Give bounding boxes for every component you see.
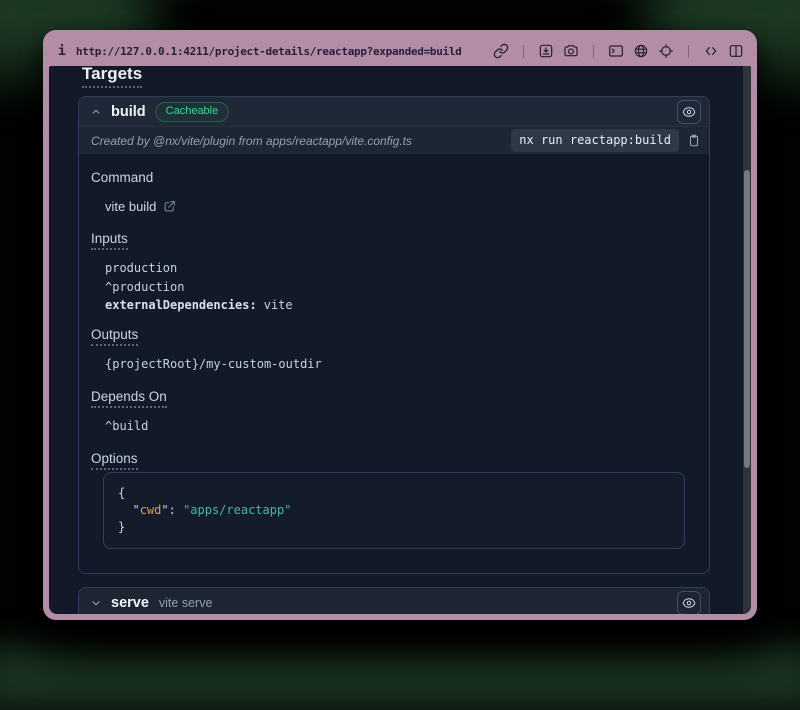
inputs-heading: Inputs: [91, 231, 697, 246]
chevron-up-icon: [90, 106, 102, 118]
output-item: {projectRoot}/my-custom-outdir: [105, 355, 697, 374]
cacheable-badge: Cacheable: [155, 102, 230, 122]
depends-on-item: ^build: [105, 417, 697, 436]
run-command-chip: nx run reactapp:build: [511, 129, 679, 151]
copy-command-button[interactable]: [687, 133, 701, 148]
browser-toolbar: i http://127.0.0.1:4211/project-details/…: [49, 36, 751, 66]
scrollbar-thumb[interactable]: [744, 170, 750, 468]
depends-on-heading: Depends On: [91, 389, 697, 404]
wallpaper-glow: [0, 646, 800, 710]
external-link-icon[interactable]: [163, 200, 176, 213]
input-key: externalDependencies:: [105, 298, 257, 312]
target-name: serve: [111, 595, 149, 611]
target-subheader: Created by @nx/vite/plugin from apps/rea…: [79, 126, 709, 154]
browser-window: i http://127.0.0.1:4211/project-details/…: [43, 30, 757, 620]
json-key: cwd: [140, 503, 162, 517]
target-details: Command vite build Inputs production ^pr…: [79, 154, 709, 573]
code-line: "cwd": "apps/reactapp": [118, 502, 670, 519]
json-value: "apps/reactapp": [183, 503, 291, 517]
toolbar-divider: [523, 45, 524, 58]
clipboard-icon: [687, 133, 701, 148]
eye-icon: [682, 105, 696, 119]
eye-icon: [682, 596, 696, 610]
target-command-preview: vite serve: [159, 596, 213, 610]
terminal-icon[interactable]: [608, 43, 624, 59]
target-card-serve: serve vite serve: [78, 587, 710, 615]
created-by-text: Created by @nx/vite/plugin from apps/rea…: [91, 134, 412, 148]
code-line: {: [118, 485, 670, 502]
link-icon[interactable]: [493, 43, 509, 59]
toolbar-divider: [688, 45, 689, 58]
address-bar[interactable]: http://127.0.0.1:4211/project-details/re…: [76, 45, 462, 58]
locate-icon[interactable]: [658, 43, 674, 59]
outputs-heading: Outputs: [91, 327, 697, 342]
target-header-serve[interactable]: serve vite serve: [79, 588, 709, 615]
code-icon[interactable]: [703, 43, 719, 59]
split-view-icon[interactable]: [728, 43, 744, 59]
options-heading: Options: [91, 451, 697, 466]
code-line: }: [118, 519, 670, 536]
input-item: ^production: [105, 278, 697, 297]
project-details-content: Targets build Cacheable Created by @nx/v…: [49, 66, 743, 614]
target-header-build[interactable]: build Cacheable: [79, 97, 709, 126]
page-viewport: Targets build Cacheable Created by @nx/v…: [49, 66, 751, 614]
scrollbar-track[interactable]: [743, 66, 751, 614]
toolbar-divider: [593, 45, 594, 58]
save-capture-icon[interactable]: [538, 43, 554, 59]
info-icon[interactable]: i: [58, 45, 66, 58]
page-title: Targets: [82, 66, 142, 84]
input-item: production: [105, 259, 697, 278]
view-target-button[interactable]: [677, 591, 701, 615]
input-item: externalDependencies: vite: [105, 296, 697, 315]
globe-icon[interactable]: [633, 43, 649, 59]
camera-icon[interactable]: [563, 43, 579, 59]
target-card-build: build Cacheable Created by @nx/vite/plug…: [78, 96, 710, 574]
target-name: build: [111, 104, 146, 120]
chevron-down-icon: [90, 597, 102, 609]
options-code-block: { "cwd": "apps/reactapp" }: [103, 472, 685, 549]
command-heading: Command: [91, 170, 697, 185]
view-target-button[interactable]: [677, 100, 701, 124]
input-value: vite: [264, 298, 293, 312]
command-value: vite build: [105, 199, 156, 214]
